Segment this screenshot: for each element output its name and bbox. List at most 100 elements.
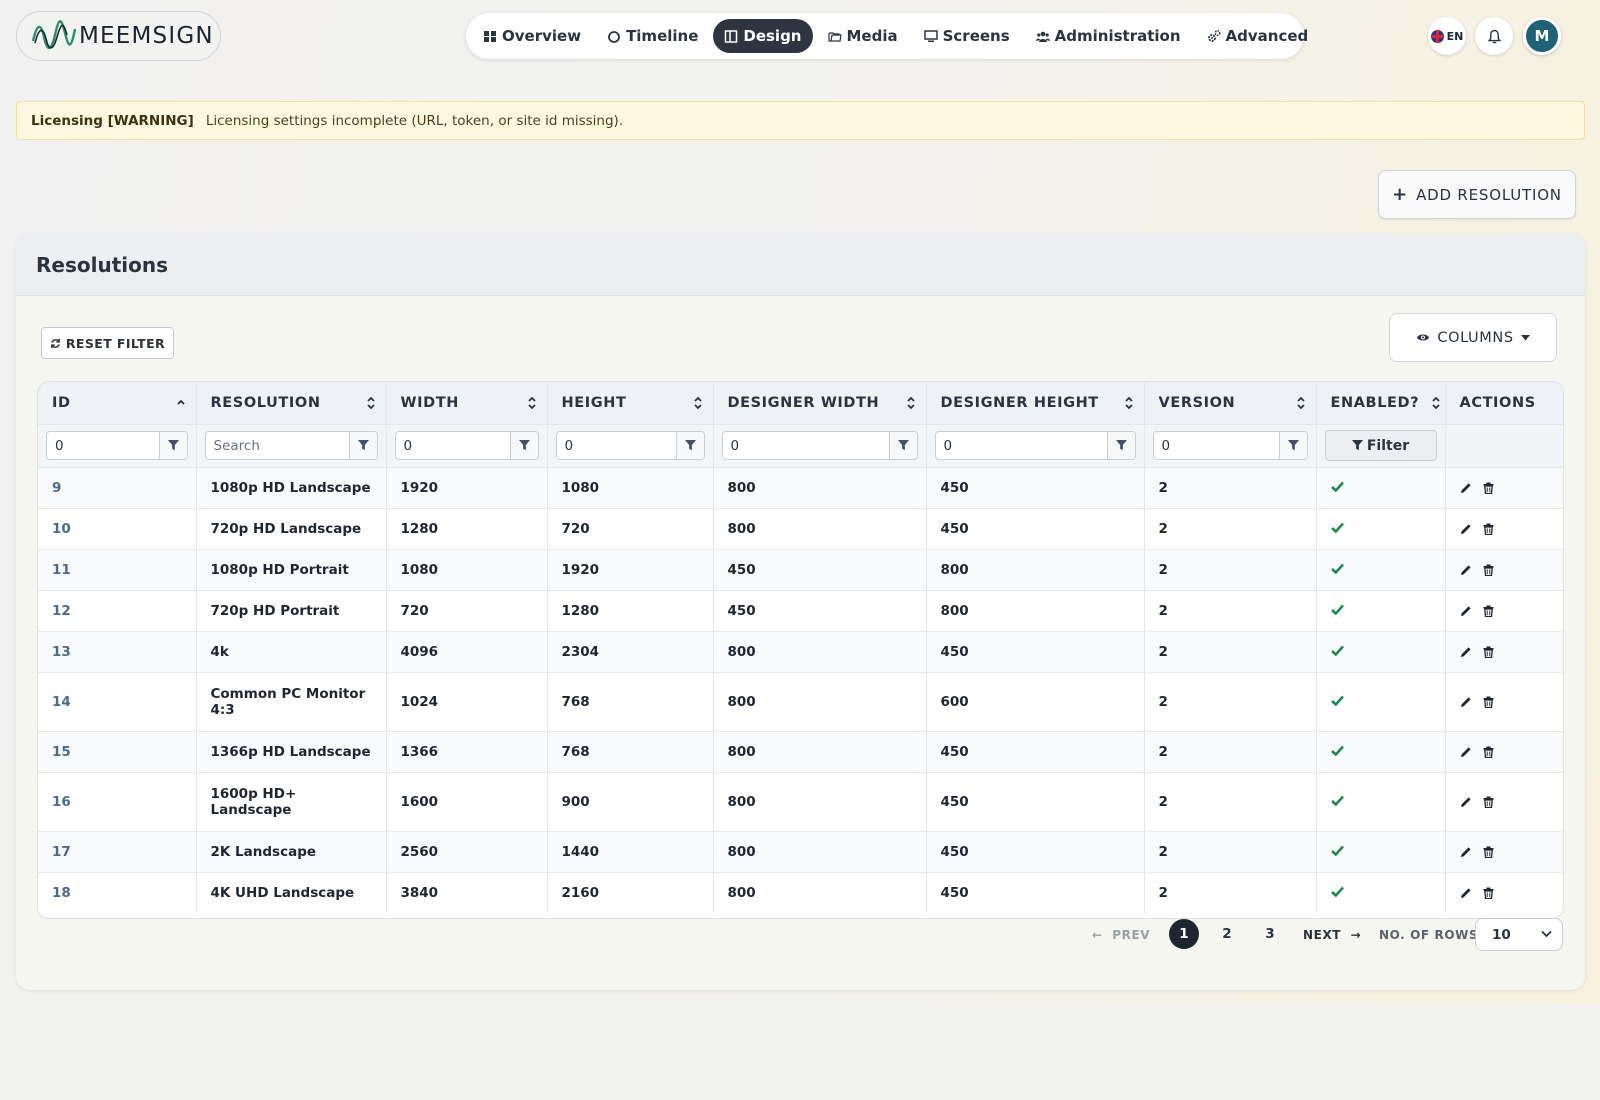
notifications-button[interactable] xyxy=(1475,17,1513,55)
cell-version: 2 xyxy=(1144,831,1317,873)
card-header: Resolutions xyxy=(16,233,1585,296)
cell-id[interactable]: 14 xyxy=(38,672,197,732)
nav-administration[interactable]: Administration xyxy=(1025,19,1192,53)
filter-designer-width xyxy=(721,431,918,460)
edit-pencil-icon[interactable] xyxy=(1460,523,1472,535)
col-header-resolution[interactable]: RESOLUTION xyxy=(196,382,387,425)
cell-enabled xyxy=(1316,508,1446,550)
nav-screens[interactable]: Screens xyxy=(913,19,1021,53)
columns-dropdown-button[interactable]: COLUMNS xyxy=(1389,313,1557,362)
edit-pencil-icon[interactable] xyxy=(1460,746,1472,758)
filter-icon[interactable] xyxy=(509,432,538,459)
edit-pencil-icon[interactable] xyxy=(1460,564,1472,576)
page-1-button[interactable]: 1 xyxy=(1169,919,1199,949)
filter-enabled-button[interactable]: Filter xyxy=(1324,430,1437,461)
nav-overview[interactable]: Overview xyxy=(472,19,592,53)
filter-id-input[interactable] xyxy=(47,432,159,459)
delete-trash-icon[interactable] xyxy=(1483,482,1494,494)
delete-trash-icon[interactable] xyxy=(1483,746,1494,758)
cell-id[interactable]: 12 xyxy=(38,590,197,632)
filter-height-input[interactable] xyxy=(556,432,676,459)
filter-icon[interactable] xyxy=(1106,432,1135,459)
page-3-button[interactable]: 3 xyxy=(1255,919,1285,949)
delete-trash-icon[interactable] xyxy=(1483,564,1494,576)
language-switcher[interactable]: EN xyxy=(1428,17,1466,55)
filter-version-input[interactable] xyxy=(1153,432,1279,459)
nav-design[interactable]: Design xyxy=(713,19,813,53)
nav-design-label: Design xyxy=(743,27,802,45)
col-header-designer-width[interactable]: DESIGNER WIDTH xyxy=(713,382,927,425)
cell-version: 2 xyxy=(1144,731,1317,773)
check-icon xyxy=(1330,886,1344,898)
cell-resolution: 1366p HD Landscape xyxy=(196,731,387,773)
filter-icon[interactable] xyxy=(1278,432,1307,459)
delete-trash-icon[interactable] xyxy=(1483,846,1494,858)
col-header-width[interactable]: WIDTH xyxy=(386,382,548,425)
filter-icon[interactable] xyxy=(348,432,377,459)
cell-id[interactable]: 15 xyxy=(38,731,197,773)
cell-id[interactable]: 11 xyxy=(38,549,197,591)
col-header-enabled[interactable]: ENABLED? xyxy=(1316,382,1446,425)
cell-id[interactable]: 16 xyxy=(38,772,197,832)
add-resolution-button[interactable]: + ADD RESOLUTION xyxy=(1378,170,1576,219)
cell-actions xyxy=(1445,549,1563,591)
nav-timeline[interactable]: Timeline xyxy=(596,19,709,53)
cell-resolution: 2K Landscape xyxy=(196,831,387,873)
nav-media[interactable]: Media xyxy=(817,19,909,53)
filter-icon[interactable] xyxy=(158,432,187,459)
filter-designer-width-input[interactable] xyxy=(722,432,889,459)
filter-width-input[interactable] xyxy=(395,432,510,459)
col-header-height[interactable]: HEIGHT xyxy=(547,382,714,425)
nav-advanced[interactable]: Advanced xyxy=(1196,19,1320,53)
filter-designer-height-input[interactable] xyxy=(935,432,1107,459)
edit-pencil-icon[interactable] xyxy=(1460,646,1472,658)
reset-filter-button[interactable]: RESET FILTER xyxy=(41,327,174,359)
filter-icon[interactable] xyxy=(675,432,704,459)
cell-id[interactable]: 10 xyxy=(38,508,197,550)
col-header-id[interactable]: ID xyxy=(38,382,197,425)
cell-resolution: 720p HD Landscape xyxy=(196,508,387,550)
col-header-version[interactable]: VERSION xyxy=(1144,382,1317,425)
edit-pencil-icon[interactable] xyxy=(1460,796,1472,808)
cell-id[interactable]: 9 xyxy=(38,467,197,509)
delete-trash-icon[interactable] xyxy=(1483,523,1494,535)
rows-per-page-select[interactable]: 10 xyxy=(1475,918,1563,951)
cell-enabled xyxy=(1316,831,1446,873)
filter-icon xyxy=(1351,440,1363,451)
avatar[interactable]: M xyxy=(1523,17,1561,55)
delete-trash-icon[interactable] xyxy=(1483,696,1494,708)
delete-trash-icon[interactable] xyxy=(1483,887,1494,899)
edit-pencil-icon[interactable] xyxy=(1460,605,1472,617)
cell-id[interactable]: 17 xyxy=(38,831,197,873)
circle-icon xyxy=(608,31,620,43)
rows-per-page-value: 10 xyxy=(1492,926,1511,943)
page-2-button[interactable]: 2 xyxy=(1212,919,1242,949)
logo[interactable]: MEEMSIGN xyxy=(16,11,221,61)
sort-asc-icon xyxy=(176,399,185,405)
next-page-button[interactable]: NEXT → xyxy=(1303,928,1361,942)
sort-icon xyxy=(366,396,375,410)
cell-designer-height: 450 xyxy=(926,467,1145,509)
cell-version: 2 xyxy=(1144,549,1317,591)
edit-pencil-icon[interactable] xyxy=(1460,696,1472,708)
delete-trash-icon[interactable] xyxy=(1483,646,1494,658)
prev-page-button[interactable]: ← PREV xyxy=(1092,928,1150,942)
cell-id[interactable]: 13 xyxy=(38,631,197,673)
cell-designer-width: 800 xyxy=(713,672,927,732)
cell-actions xyxy=(1445,772,1563,832)
col-header-actions: ACTIONS xyxy=(1445,382,1563,425)
caret-down-icon xyxy=(1520,334,1530,340)
edit-pencil-icon[interactable] xyxy=(1460,887,1472,899)
table-row: 18 4K UHD Landscape 3840 2160 800 450 2 xyxy=(38,872,1563,913)
col-header-designer-height[interactable]: DESIGNER HEIGHT xyxy=(926,382,1145,425)
cell-height: 2304 xyxy=(547,631,714,673)
edit-pencil-icon[interactable] xyxy=(1460,846,1472,858)
delete-trash-icon[interactable] xyxy=(1483,796,1494,808)
delete-trash-icon[interactable] xyxy=(1483,605,1494,617)
cell-id[interactable]: 18 xyxy=(38,872,197,913)
filter-resolution-input[interactable] xyxy=(205,432,349,459)
edit-pencil-icon[interactable] xyxy=(1460,482,1472,494)
cell-designer-width: 800 xyxy=(713,508,927,550)
cell-width: 2560 xyxy=(386,831,548,873)
filter-icon[interactable] xyxy=(888,432,917,459)
